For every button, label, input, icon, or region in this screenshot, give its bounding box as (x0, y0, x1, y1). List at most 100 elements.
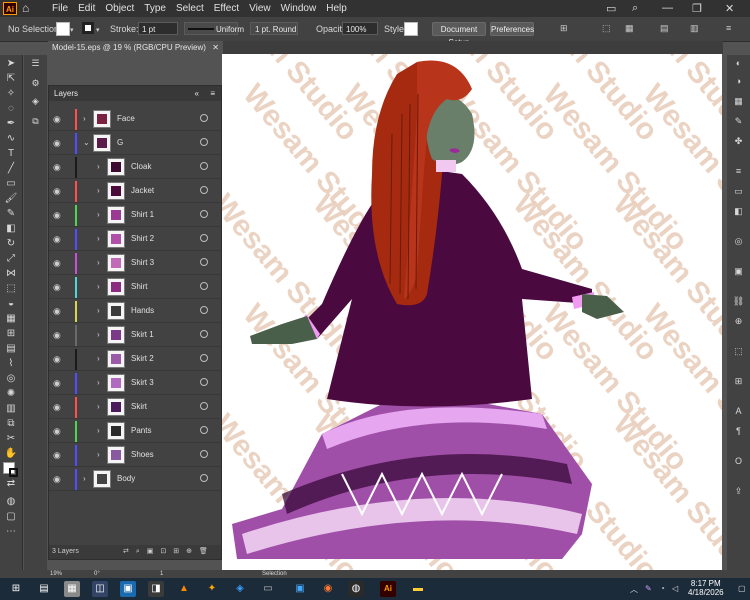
transform-panel-icon[interactable]: ⬚ (732, 345, 745, 358)
selection-tool-icon[interactable]: ➤ (4, 57, 18, 71)
layer-row[interactable]: ◉ › Skirt 3 (49, 372, 221, 395)
visibility-eye-icon[interactable]: ◉ (53, 474, 61, 485)
target-circle-icon[interactable] (200, 450, 208, 458)
expand-chevron-icon[interactable]: › (97, 330, 100, 339)
expand-chevron-icon[interactable]: › (97, 210, 100, 219)
volume-icon[interactable]: ◁ (672, 584, 678, 593)
shaper-tool-icon[interactable]: ✎ (4, 207, 18, 221)
align-icon[interactable]: ⊞ (560, 23, 568, 34)
target-circle-icon[interactable] (200, 354, 208, 362)
restore-button[interactable]: ❐ (692, 2, 702, 15)
visibility-eye-icon[interactable]: ◉ (53, 282, 61, 293)
visibility-eye-icon[interactable]: ◉ (53, 162, 61, 173)
document-tab[interactable]: Model-15.eps @ 19 % (RGB/CPU Preview) ✕ (48, 41, 223, 54)
asset-export-icon[interactable]: ⇪ (732, 485, 745, 498)
free-transform-tool-icon[interactable]: ⬚ (4, 282, 18, 296)
color-guide-icon[interactable]: ◑ (732, 75, 745, 88)
layers-panel-title[interactable]: Layers « ≡ (49, 86, 221, 101)
layer-name[interactable]: Body (117, 474, 135, 483)
pen-tool-icon[interactable]: ✒ (4, 117, 18, 131)
layer-row[interactable]: ◉ › Shirt 2 (49, 228, 221, 251)
search-icon[interactable]: ⌕ (632, 2, 638, 15)
document-setup-button[interactable]: Document Setup (432, 22, 486, 47)
visibility-eye-icon[interactable]: ◉ (53, 330, 61, 341)
appearance-icon[interactable]: ◎ (732, 235, 745, 248)
libraries-icon[interactable]: ⚙ (29, 77, 42, 90)
expand-chevron-icon[interactable]: › (83, 474, 86, 483)
app-icon[interactable]: ◨ (148, 581, 164, 597)
task-view-icon[interactable]: ▤ (36, 581, 52, 597)
visibility-eye-icon[interactable]: ◉ (53, 210, 61, 221)
variable-width-profile[interactable]: Uniform (184, 22, 244, 35)
panel-menu-icon[interactable]: ≡ (210, 86, 215, 101)
expand-chevron-icon[interactable]: › (97, 378, 100, 387)
target-circle-icon[interactable] (200, 282, 208, 290)
wifi-icon[interactable]: ◔ (660, 584, 665, 593)
target-circle-icon[interactable] (200, 234, 208, 242)
layer-name[interactable]: Pants (131, 426, 151, 435)
swap-fill-stroke-icon[interactable]: ⇄ (4, 477, 18, 491)
layer-name[interactable]: Hands (131, 306, 154, 315)
mesh-tool-icon[interactable]: ⊞ (4, 327, 18, 341)
close-tab-icon[interactable]: ✕ (212, 41, 219, 54)
workspace-icon[interactable]: ▥ (690, 23, 699, 34)
layer-row[interactable]: ◉ › Skirt 2 (49, 348, 221, 371)
artboard[interactable]: Wesam StudioWesam StudioWesam StudioWesa… (222, 54, 722, 570)
target-circle-icon[interactable] (200, 402, 208, 410)
fill-swatch[interactable] (56, 22, 70, 36)
minimize-button[interactable]: — (662, 2, 673, 14)
burner-app-icon[interactable]: ✦ (204, 581, 220, 597)
screen-mode-icon[interactable]: ▢ (4, 510, 18, 524)
layer-row[interactable]: ◉ › Shoes (49, 444, 221, 467)
expand-chevron-icon[interactable]: › (97, 186, 100, 195)
menu-view[interactable]: View (249, 3, 271, 14)
menu-help[interactable]: Help (326, 3, 347, 14)
layers-icon[interactable]: ◈ (29, 95, 42, 108)
chevron-down-icon[interactable]: ▾ (70, 26, 74, 34)
target-circle-icon[interactable] (200, 426, 208, 434)
target-circle-icon[interactable] (200, 258, 208, 266)
symbols-icon[interactable]: ✤ (732, 135, 745, 148)
chevron-down-icon[interactable]: ▾ (96, 26, 100, 34)
swatches-icon[interactable]: ▦ (732, 95, 745, 108)
folder-icon[interactable]: ▬ (410, 581, 426, 597)
storage-app-icon[interactable]: ▭ (260, 581, 276, 597)
opentype-icon[interactable]: O (732, 455, 745, 468)
layer-actions[interactable]: ⇄⌕▣⊡⊞⊕🗑 (123, 545, 215, 559)
visibility-eye-icon[interactable]: ◉ (53, 306, 61, 317)
layer-name[interactable]: Shirt 1 (131, 210, 154, 219)
rectangle-tool-icon[interactable]: ▭ (4, 177, 18, 191)
layer-row[interactable]: ◉ › Skirt 1 (49, 324, 221, 347)
home-icon[interactable]: ⌂ (22, 1, 36, 15)
target-circle-icon[interactable] (200, 378, 208, 386)
visibility-eye-icon[interactable]: ◉ (53, 450, 61, 461)
expand-chevron-icon[interactable]: › (97, 450, 100, 459)
menu-effect[interactable]: Effect (214, 3, 239, 14)
symbol-sprayer-tool-icon[interactable]: ✺ (4, 387, 18, 401)
notification-icon[interactable]: ▢ (738, 584, 746, 593)
artboard-number[interactable]: 1 (160, 570, 163, 578)
align-panel-icon[interactable]: ⊞ (732, 375, 745, 388)
stroke-weight-field[interactable]: 1 pt (138, 22, 178, 35)
expand-chevron-icon[interactable]: › (83, 114, 86, 123)
layer-name[interactable]: Shirt 2 (131, 234, 154, 243)
expand-chevron-icon[interactable]: › (97, 426, 100, 435)
links-icon[interactable]: ⛓ (732, 295, 745, 308)
target-circle-icon[interactable] (200, 474, 208, 482)
visibility-eye-icon[interactable]: ◉ (53, 234, 61, 245)
layer-row[interactable]: ◉ › Shirt (49, 276, 221, 299)
explorer-app-icon[interactable]: ▦ (64, 581, 80, 597)
arrange-documents-icon[interactable]: ▭ (606, 2, 616, 15)
transparency-icon[interactable]: ◧ (732, 205, 745, 218)
menu-file[interactable]: File (52, 3, 68, 14)
layer-name[interactable]: Skirt 1 (131, 330, 154, 339)
eyedropper-tool-icon[interactable]: ⌇ (4, 357, 18, 371)
expand-chevron-icon[interactable]: ⌄ (83, 138, 90, 147)
menu-type[interactable]: Type (144, 3, 166, 14)
expand-chevron-icon[interactable]: › (97, 282, 100, 291)
media-app-icon[interactable]: ▣ (292, 581, 308, 597)
layer-row[interactable]: ◉ › Shirt 1 (49, 204, 221, 227)
layer-name[interactable]: Shirt 3 (131, 258, 154, 267)
menu-object[interactable]: Object (105, 3, 134, 14)
graphic-styles-icon[interactable]: ▣ (732, 265, 745, 278)
